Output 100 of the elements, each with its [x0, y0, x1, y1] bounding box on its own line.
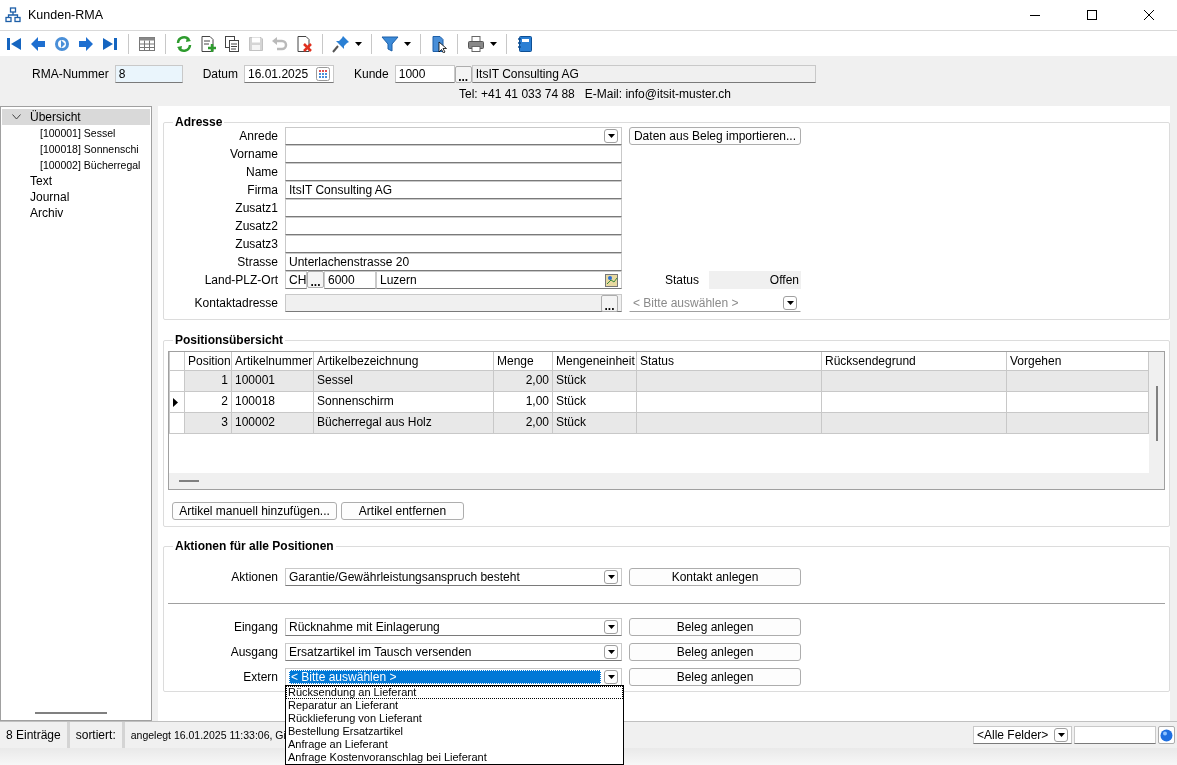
delete-icon [295, 34, 313, 53]
caret-icon [490, 41, 497, 46]
field-label: Extern [242, 669, 278, 686]
tree-item[interactable]: [100002] Bücherregal [2, 157, 148, 173]
field-label: Ausgang [229, 644, 278, 661]
map-icon [605, 273, 618, 287]
dropdown[interactable]: < Bitte auswählen > [629, 294, 801, 312]
tree-item[interactable]: Text [2, 173, 150, 189]
calendar-icon [316, 67, 330, 81]
field-label: Zusatz2 [234, 218, 278, 235]
text-field[interactable]: CH [285, 271, 307, 289]
column-header[interactable]: Status [636, 352, 822, 370]
action-button[interactable]: Artikel entfernen [341, 502, 464, 520]
dropdown-option[interactable]: Bestellung Ersatzartikel [286, 725, 623, 738]
tree-item[interactable]: Übersicht [2, 109, 150, 125]
text-field[interactable] [285, 145, 622, 163]
text-field[interactable]: Unterlachenstrasse 20 [285, 253, 622, 271]
document-cursor-icon [430, 34, 448, 53]
text-field[interactable] [285, 217, 622, 235]
dropdown-option[interactable]: Rücklieferung von Lieferant [286, 712, 623, 725]
tree-item[interactable]: [100018] Sonnenschi [2, 141, 148, 157]
browse-button[interactable]: ... [307, 271, 324, 288]
scrollbar-thumb[interactable] [1156, 386, 1158, 441]
field-label: Eingang [232, 619, 278, 636]
action-button[interactable]: Beleg anlegen [629, 668, 801, 686]
scrollbar-thumb[interactable] [35, 712, 107, 714]
caret-icon [607, 625, 615, 629]
search-button[interactable] [1158, 726, 1175, 744]
field-label: Datum [202, 66, 238, 82]
caret-icon [607, 134, 615, 138]
text-field[interactable]: 6000 [324, 271, 376, 289]
field-label: Firma [246, 182, 278, 199]
action-button[interactable]: Kontakt anlegen [629, 568, 801, 586]
dropdown[interactable] [285, 127, 622, 145]
search-field[interactable] [1074, 726, 1156, 744]
column-header[interactable]: Vorgehen [1006, 352, 1149, 370]
column-header[interactable]: Menge [493, 352, 553, 370]
arrow-right-icon [77, 34, 95, 53]
dropdown-button[interactable] [783, 296, 797, 310]
status-label: Status [665, 272, 700, 288]
field-label: Zusatz3 [234, 236, 278, 253]
text-field[interactable] [285, 199, 622, 217]
scrollbar-thumb[interactable] [179, 480, 199, 482]
text-field[interactable]: Luzern [376, 271, 622, 289]
dropdown-option[interactable]: Anfrage an Lieferant [286, 738, 623, 751]
pin-icon [332, 34, 350, 53]
action-button[interactable]: Beleg anlegen [629, 643, 801, 661]
group-title: Positionsübersicht [173, 333, 286, 347]
text-field[interactable] [285, 235, 622, 253]
dropdown-button[interactable] [1054, 728, 1068, 742]
printer-icon [467, 34, 485, 53]
dropdown[interactable]: Garantie/Gewährleistungsanspruch besteht [285, 568, 622, 586]
field-label: Land-PLZ-Ort [203, 272, 278, 289]
caret-icon [355, 41, 362, 46]
caret-icon [1057, 733, 1065, 737]
tree-item[interactable]: [100001] Sessel [2, 125, 148, 141]
column-header[interactable]: Mengeneinheit [552, 352, 637, 370]
dropdown-button[interactable] [604, 645, 618, 659]
caret-icon [404, 41, 411, 46]
text-field[interactable]: 8 [114, 65, 183, 83]
field-label: Name [245, 164, 278, 181]
text-field[interactable]: 1000 [394, 65, 455, 83]
tree-item[interactable]: Archiv [2, 205, 150, 221]
column-header[interactable]: Artikelbezeichnung [313, 352, 494, 370]
table-icon [138, 34, 156, 53]
caret-icon [607, 675, 615, 679]
dropdown[interactable]: Rücknahme mit Einlagerung [285, 618, 622, 636]
column-header[interactable]: Artikelnummer [231, 352, 314, 370]
field-label: Vorname [228, 146, 278, 163]
dropdown[interactable]: <Alle Felder> [973, 726, 1072, 744]
contact-info: Tel: +41 41 033 74 88 E-Mail: info@itsit-muster.ch [459, 87, 731, 102]
field-label: Strasse [236, 254, 278, 271]
dropdown-button[interactable] [604, 620, 618, 634]
dropdown-option[interactable]: Reparatur an Lieferant [286, 699, 623, 712]
action-button[interactable]: Beleg anlegen [629, 618, 801, 636]
row-header[interactable] [169, 391, 185, 412]
column-header[interactable]: Position [184, 352, 232, 370]
dropdown-button[interactable] [604, 129, 618, 143]
text-field[interactable] [285, 163, 622, 181]
caret-icon [607, 575, 615, 579]
notebook-icon [516, 34, 534, 53]
current-row-icon [173, 397, 178, 407]
group-title: Aktionen für alle Positionen [173, 539, 336, 553]
dropdown-button[interactable] [604, 670, 618, 684]
date-field[interactable]: 16.01.2025 [244, 65, 334, 83]
caret-icon [786, 301, 794, 305]
text-field[interactable]: ItsIT Consulting AG [285, 181, 622, 199]
dropdown-option[interactable]: Rücksendung an Lieferant [286, 686, 623, 699]
action-button[interactable]: Artikel manuell hinzufügen... [172, 502, 337, 520]
field-label: Anrede [238, 128, 278, 145]
copy-icon [223, 34, 241, 53]
import-button[interactable]: Daten aus Beleg importieren... [629, 127, 801, 145]
column-header[interactable]: Rücksendegrund [821, 352, 1007, 370]
tree-item[interactable]: Journal [2, 189, 150, 205]
dropdown[interactable]: Ersatzartikel im Tausch versenden [285, 643, 622, 661]
add-document-icon [199, 34, 217, 53]
refresh-icon [175, 34, 193, 53]
caret-icon [607, 650, 615, 654]
dropdown-button[interactable] [604, 570, 618, 584]
field-label: RMA-Nummer [32, 66, 109, 82]
